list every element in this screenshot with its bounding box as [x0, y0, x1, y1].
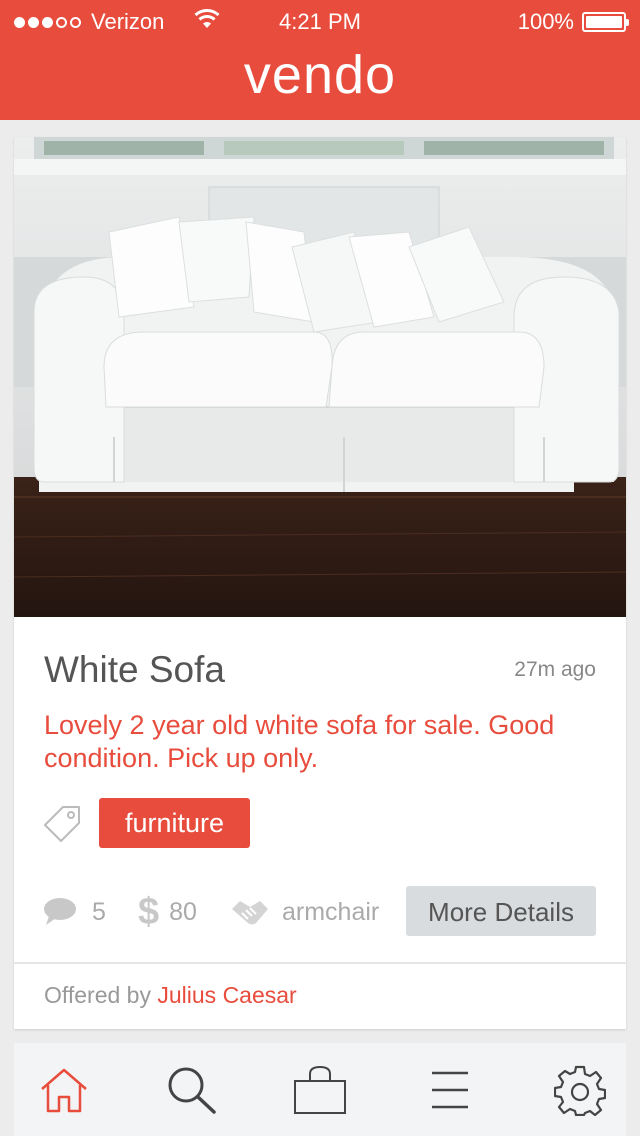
listing-title[interactable]: White Sofa: [44, 649, 225, 691]
listing-photo[interactable]: [14, 137, 626, 617]
menu-icon: [432, 1071, 468, 1108]
search-icon: [168, 1067, 216, 1114]
listing-description: Lovely 2 year old white sofa for sale. G…: [44, 710, 555, 773]
tab-menu[interactable]: [400, 1043, 500, 1136]
app-header: Verizon 4:21 PM 100% vendo: [0, 0, 640, 120]
category-tag[interactable]: furniture: [99, 798, 251, 848]
tag-icon: [44, 806, 80, 842]
listing-card[interactable]: White Sofa 27m ago Lovely 2 year old whi…: [14, 137, 626, 1029]
price: $ 80: [138, 887, 197, 937]
tab-bar: [14, 1043, 626, 1136]
trade-for: armchair: [230, 887, 379, 937]
handshake-icon: [232, 901, 268, 925]
price-value: 80: [169, 897, 197, 926]
tab-search[interactable]: [142, 1043, 242, 1136]
battery-status: 100%: [517, 9, 629, 35]
offered-by-label: Offered by: [44, 982, 151, 1008]
comments-count-value: 5: [92, 897, 106, 926]
bag-icon: [294, 1065, 346, 1114]
divider: [14, 962, 626, 964]
gear-icon: [554, 1065, 606, 1116]
offered-by: Offered by Julius Caesar: [44, 982, 297, 1009]
home-icon: [41, 1068, 87, 1112]
status-bar: Verizon 4:21 PM 100%: [0, 0, 640, 40]
sofa-image: [14, 137, 626, 617]
comment-icon: [44, 898, 76, 925]
more-details-button[interactable]: More Details: [406, 886, 596, 936]
comments-count[interactable]: 5: [42, 887, 106, 937]
app-logo: vendo: [243, 45, 397, 105]
trade-for-value: armchair: [282, 897, 380, 926]
seller-name-link[interactable]: Julius Caesar: [157, 982, 296, 1008]
tab-shop[interactable]: [270, 1043, 370, 1136]
tab-home[interactable]: [14, 1043, 114, 1136]
tab-settings[interactable]: [530, 1043, 630, 1136]
battery-icon: [582, 12, 629, 32]
battery-percent: 100%: [517, 9, 574, 34]
posted-time: 27m ago: [514, 658, 596, 681]
dollar-icon: $: [138, 891, 160, 933]
